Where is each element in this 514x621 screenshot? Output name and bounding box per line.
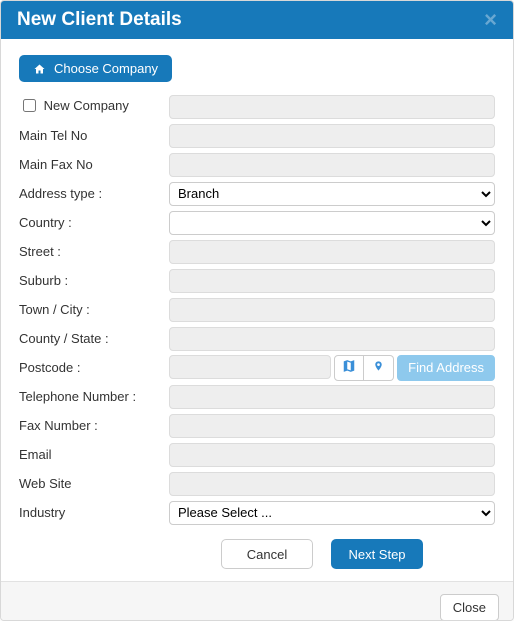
action-row: Cancel Next Step	[19, 539, 495, 569]
telephone-input[interactable]	[169, 385, 495, 409]
modal-title: New Client Details	[17, 9, 182, 31]
row-county: County / State :	[19, 324, 495, 353]
label-email: Email	[19, 444, 169, 465]
label-street: Street :	[19, 241, 169, 262]
row-main-fax: Main Fax No	[19, 150, 495, 179]
label-main-tel: Main Tel No	[19, 125, 169, 146]
main-fax-input[interactable]	[169, 153, 495, 177]
row-fax: Fax Number :	[19, 411, 495, 440]
modal-body: Choose Company New Company Main Tel No M…	[1, 39, 513, 581]
row-email: Email	[19, 440, 495, 469]
cancel-button[interactable]: Cancel	[221, 539, 313, 569]
row-town: Town / City :	[19, 295, 495, 324]
modal-header: New Client Details ×	[1, 1, 513, 39]
map-icon-button[interactable]	[334, 355, 364, 381]
label-telephone: Telephone Number :	[19, 386, 169, 407]
new-company-checkbox[interactable]	[23, 99, 36, 112]
choose-company-button[interactable]: Choose Company	[19, 55, 172, 82]
label-county: County / State :	[19, 328, 169, 349]
map-pin-icon	[373, 359, 384, 376]
row-country: Country :	[19, 208, 495, 237]
row-industry: Industry Please Select ...	[19, 498, 495, 527]
modal-footer: Close	[1, 581, 513, 621]
row-suburb: Suburb :	[19, 266, 495, 295]
close-icon[interactable]: ×	[484, 9, 497, 31]
next-step-button[interactable]: Next Step	[331, 539, 423, 569]
country-select[interactable]	[169, 211, 495, 235]
label-main-fax: Main Fax No	[19, 154, 169, 175]
row-street: Street :	[19, 237, 495, 266]
row-main-tel: Main Tel No	[19, 121, 495, 150]
pin-icon-button[interactable]	[364, 355, 394, 381]
row-postcode: Postcode :	[19, 353, 495, 382]
close-button[interactable]: Close	[440, 594, 499, 621]
label-suburb: Suburb :	[19, 270, 169, 291]
row-new-company: New Company	[19, 92, 495, 121]
street-input[interactable]	[169, 240, 495, 264]
county-input[interactable]	[169, 327, 495, 351]
main-tel-input[interactable]	[169, 124, 495, 148]
label-website: Web Site	[19, 473, 169, 494]
label-country: Country :	[19, 212, 169, 233]
find-address-button[interactable]: Find Address	[397, 355, 495, 381]
label-new-company: New Company	[19, 94, 169, 119]
row-telephone: Telephone Number :	[19, 382, 495, 411]
website-input[interactable]	[169, 472, 495, 496]
new-company-input[interactable]	[169, 95, 495, 119]
label-new-company-text: New Company	[44, 98, 129, 113]
map-icon	[342, 359, 356, 376]
label-fax: Fax Number :	[19, 415, 169, 436]
postcode-input[interactable]	[169, 355, 331, 379]
row-website: Web Site	[19, 469, 495, 498]
fax-input[interactable]	[169, 414, 495, 438]
town-input[interactable]	[169, 298, 495, 322]
label-town: Town / City :	[19, 299, 169, 320]
label-postcode: Postcode :	[19, 357, 169, 378]
industry-select[interactable]: Please Select ...	[169, 501, 495, 525]
new-client-modal: New Client Details × Choose Company New …	[0, 0, 514, 621]
label-industry: Industry	[19, 502, 169, 523]
suburb-input[interactable]	[169, 269, 495, 293]
map-icon-group	[334, 355, 394, 381]
address-type-select[interactable]: Branch	[169, 182, 495, 206]
choose-company-label: Choose Company	[54, 61, 158, 76]
home-icon	[33, 63, 46, 75]
row-address-type: Address type : Branch	[19, 179, 495, 208]
label-address-type: Address type :	[19, 183, 169, 204]
email-input[interactable]	[169, 443, 495, 467]
